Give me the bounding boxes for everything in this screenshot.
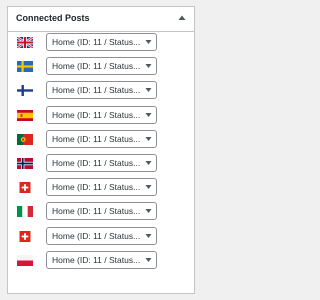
panel-header: Connected Posts bbox=[8, 7, 194, 32]
chevron-down-icon bbox=[145, 88, 152, 93]
post-select[interactable]: Home (ID: 11 / Status... bbox=[46, 105, 157, 124]
uk-flag-icon bbox=[17, 37, 33, 48]
list-item: Home (ID: 11 / Status... bbox=[8, 104, 194, 128]
post-select[interactable]: Home (ID: 11 / Status... bbox=[46, 129, 157, 148]
post-select-value: Home (ID: 11 / Status... bbox=[52, 133, 140, 144]
sweden-flag-icon bbox=[17, 61, 33, 73]
chevron-down-icon bbox=[145, 112, 152, 117]
chevron-down-icon bbox=[145, 64, 152, 69]
post-select[interactable]: Home (ID: 11 / Status... bbox=[46, 178, 157, 197]
chevron-down-icon bbox=[145, 160, 152, 165]
list-item: Home (ID: 11 / Status... bbox=[8, 128, 194, 152]
post-select-value: Home (ID: 11 / Status... bbox=[52, 85, 140, 96]
chevron-down-icon bbox=[145, 233, 152, 238]
poland-flag-icon bbox=[17, 254, 33, 266]
chevron-down-icon bbox=[145, 185, 152, 190]
post-select[interactable]: Home (ID: 11 / Status... bbox=[46, 202, 157, 221]
post-select-value: Home (ID: 11 / Status... bbox=[52, 157, 140, 168]
connected-posts-panel: Connected Posts Home (ID: 11 / Status... bbox=[7, 6, 195, 294]
post-select[interactable]: Home (ID: 11 / Status... bbox=[46, 226, 157, 245]
chevron-down-icon bbox=[145, 136, 152, 141]
list-item: Home (ID: 11 / Status... bbox=[8, 249, 194, 273]
list-item: Home (ID: 11 / Status... bbox=[8, 79, 194, 103]
switzerland-flag-icon bbox=[19, 182, 31, 194]
post-select[interactable]: Home (ID: 11 / Status... bbox=[46, 33, 157, 51]
finland-flag-icon bbox=[17, 85, 33, 97]
switzerland-flag-icon bbox=[19, 230, 31, 242]
panel-title: Connected Posts bbox=[16, 13, 90, 23]
post-select[interactable]: Home (ID: 11 / Status... bbox=[46, 153, 157, 172]
list-item: Home (ID: 11 / Status... bbox=[8, 200, 194, 224]
chevron-down-icon bbox=[145, 257, 152, 262]
list-item: Home (ID: 11 / Status... bbox=[8, 31, 194, 55]
spain-flag-icon bbox=[17, 109, 33, 121]
norway-flag-icon bbox=[17, 157, 33, 169]
post-select-value: Home (ID: 11 / Status... bbox=[52, 206, 140, 217]
post-select-value: Home (ID: 11 / Status... bbox=[52, 61, 140, 72]
chevron-down-icon bbox=[145, 209, 152, 214]
post-select-value: Home (ID: 11 / Status... bbox=[52, 182, 140, 193]
portugal-flag-icon bbox=[17, 133, 33, 145]
list-item: Home (ID: 11 / Status... bbox=[8, 176, 194, 200]
list-item: Home (ID: 11 / Status... bbox=[8, 152, 194, 176]
post-select[interactable]: Home (ID: 11 / Status... bbox=[46, 250, 157, 269]
list-item: Home (ID: 11 / Status... bbox=[8, 55, 194, 79]
connected-posts-list: Home (ID: 11 / Status... Home (ID: 11 / … bbox=[8, 31, 194, 273]
post-select-value: Home (ID: 11 / Status... bbox=[52, 37, 140, 47]
post-select[interactable]: Home (ID: 11 / Status... bbox=[46, 81, 157, 100]
post-select[interactable]: Home (ID: 11 / Status... bbox=[46, 57, 157, 76]
post-select-value: Home (ID: 11 / Status... bbox=[52, 109, 140, 120]
list-item: Home (ID: 11 / Status... bbox=[8, 225, 194, 249]
chevron-down-icon bbox=[145, 40, 152, 44]
post-select-value: Home (ID: 11 / Status... bbox=[52, 230, 140, 241]
triangle-up-icon[interactable] bbox=[176, 12, 188, 24]
italy-flag-icon bbox=[17, 206, 33, 218]
post-select-value: Home (ID: 11 / Status... bbox=[52, 254, 140, 265]
